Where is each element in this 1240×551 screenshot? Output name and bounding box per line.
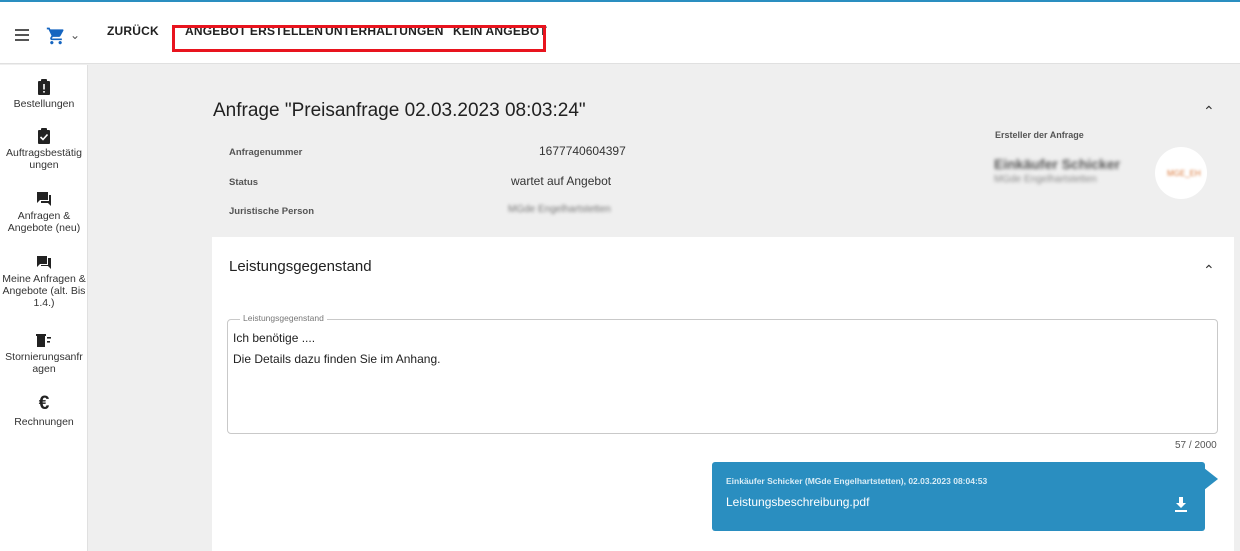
service-card-title: Leistungsgegenstand bbox=[229, 258, 372, 275]
character-counter: 57 / 2000 bbox=[1175, 440, 1217, 451]
euro-icon: € bbox=[38, 393, 50, 414]
delete-sweep-icon bbox=[36, 334, 51, 347]
back-button[interactable]: ZURÜCK bbox=[107, 24, 159, 38]
status-label: Status bbox=[229, 177, 259, 188]
hamburger-menu-icon[interactable] bbox=[15, 29, 29, 41]
legal-entity-value: MGde Engelhartstetten bbox=[508, 204, 611, 215]
sidebar-item-label: Anfragen & Angebote (neu) bbox=[7, 210, 81, 234]
clipboard-alert-icon bbox=[38, 79, 50, 95]
sidebar-item-cancellations[interactable]: Stornierungsanfr agen bbox=[0, 333, 88, 375]
request-number-value: 1677740604397 bbox=[539, 144, 626, 158]
sidebar-item-label: Rechnungen bbox=[14, 416, 74, 428]
chevron-down-icon[interactable]: ⌄ bbox=[70, 28, 80, 42]
clipboard-check-icon bbox=[38, 128, 50, 144]
attachment-bubble-tail bbox=[1204, 468, 1218, 490]
page-title: Anfrage "Preisanfrage 02.03.2023 08:03:2… bbox=[213, 100, 586, 121]
sidebar-item-requests-new[interactable]: Anfragen & Angebote (neu) bbox=[0, 191, 88, 234]
request-number-label: Anfragenummer bbox=[229, 147, 303, 158]
legal-entity-label: Juristische Person bbox=[229, 206, 315, 217]
avatar: MGE_EH bbox=[1155, 147, 1207, 199]
service-field-label: Leistungsgegenstand bbox=[240, 313, 327, 323]
shopping-cart-icon[interactable] bbox=[46, 26, 66, 46]
sidebar-item-label: Bestellungen bbox=[13, 98, 75, 110]
highlight-box bbox=[172, 25, 546, 52]
sidebar-item-label: Meine Anfragen & Angebote (alt. Bis 1.4.… bbox=[2, 273, 86, 309]
sidebar-item-label: Auftragsbestätig ungen bbox=[6, 147, 82, 171]
sidebar-item-orders[interactable]: Bestellungen bbox=[0, 79, 88, 110]
sidebar: Bestellungen Auftragsbestätig ungen Anfr… bbox=[0, 65, 88, 551]
download-icon[interactable] bbox=[1174, 497, 1188, 513]
attachment-filename[interactable]: Leistungsbeschreibung.pdf bbox=[726, 495, 869, 509]
top-toolbar: ⌄ ZURÜCK ANGEBOT ERSTELLEN UNTERHALTUNGE… bbox=[0, 2, 1240, 64]
service-text-line-1: Ich benötige .... bbox=[233, 331, 316, 345]
creator-org: MGde Engelhartstetten bbox=[994, 174, 1097, 185]
service-textarea[interactable] bbox=[227, 319, 1218, 434]
collapse-service-chevron-up-icon[interactable]: ⌃ bbox=[1203, 262, 1215, 279]
collapse-header-chevron-up-icon[interactable]: ⌃ bbox=[1203, 103, 1215, 120]
creator-name: Einkäufer Schicker bbox=[994, 156, 1121, 172]
sidebar-item-label: Stornierungsanfr agen bbox=[5, 351, 83, 375]
forum-icon bbox=[37, 256, 51, 269]
avatar-text: MGE_EH bbox=[1167, 169, 1201, 178]
sidebar-item-invoices[interactable]: € Rechnungen bbox=[0, 393, 88, 428]
chat-bubbles-icon bbox=[37, 192, 51, 206]
creator-label: Ersteller der Anfrage bbox=[995, 130, 1084, 140]
attachment-meta: Einkäufer Schicker (MGde Engelhartstette… bbox=[726, 476, 988, 486]
sidebar-item-my-requests-old[interactable]: Meine Anfragen & Angebote (alt. Bis 1.4.… bbox=[0, 255, 88, 309]
status-value: wartet auf Angebot bbox=[511, 174, 612, 188]
sidebar-item-order-confirmations[interactable]: Auftragsbestätig ungen bbox=[0, 128, 88, 171]
service-text-line-2: Die Details dazu finden Sie im Anhang. bbox=[233, 352, 441, 366]
